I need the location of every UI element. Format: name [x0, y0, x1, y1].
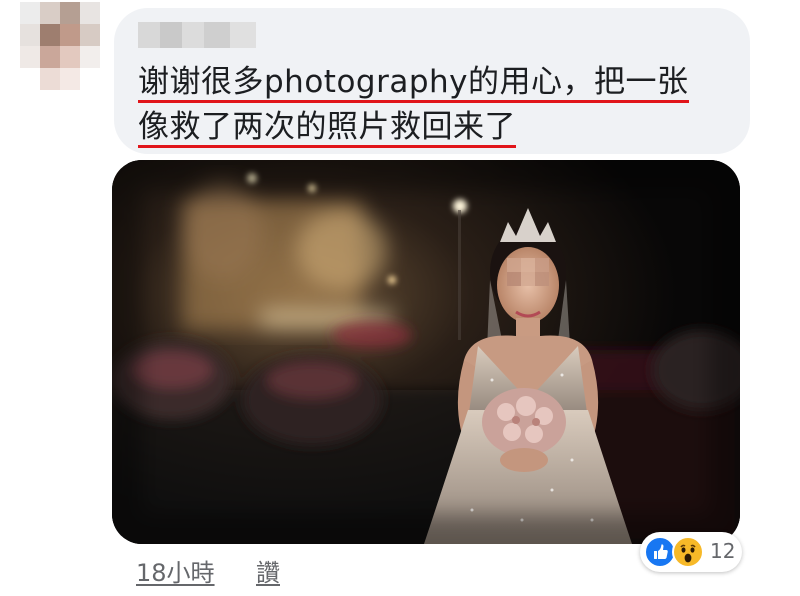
highlight-underline: [138, 100, 689, 103]
wedding-photo[interactable]: [112, 160, 740, 544]
comment-text: 谢谢很多photography的用心，把一张 像救了两次的照片救回来了: [138, 60, 738, 150]
like-button[interactable]: 讚: [256, 553, 280, 588]
comment-timestamp[interactable]: 18小時: [136, 553, 215, 588]
author-name[interactable]: [138, 22, 256, 48]
wow-face-glyph: [680, 544, 696, 563]
avatar[interactable]: [20, 2, 100, 90]
thumbs-up-glyph: [654, 544, 668, 559]
reactions-summary[interactable]: 12: [640, 532, 742, 572]
reaction-count: 12: [710, 539, 736, 563]
comment-line-1-text: 谢谢很多photography的用心，把一张: [138, 64, 689, 100]
comment-line-2: 像救了两次的照片救回来了: [138, 105, 516, 150]
comment-line-2-text: 像救了两次的照片救回来了: [138, 109, 516, 145]
wedding-photo-illustration: [112, 160, 740, 544]
highlight-underline: [138, 145, 516, 148]
comment-view: 谢谢很多photography的用心，把一张 像救了两次的照片救回来了 18小時…: [0, 0, 800, 596]
wow-icon: [672, 536, 704, 568]
comment-bubble: 谢谢很多photography的用心，把一张 像救了两次的照片救回来了: [114, 8, 750, 154]
comment-line-1: 谢谢很多photography的用心，把一张: [138, 60, 689, 105]
